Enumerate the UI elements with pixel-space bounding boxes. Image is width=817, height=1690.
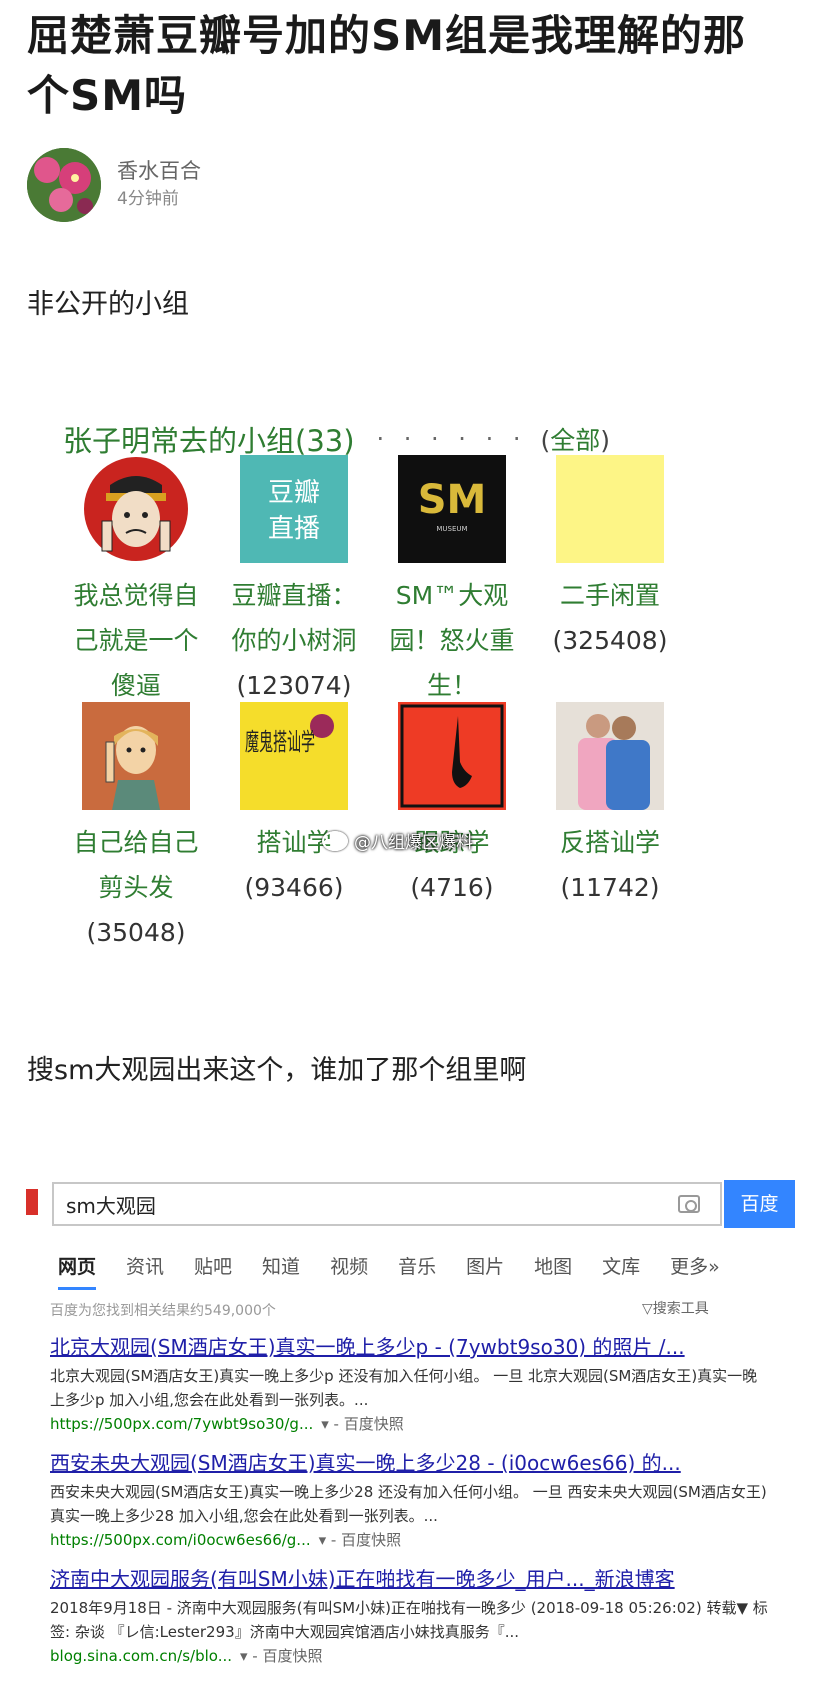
group-thumb[interactable] xyxy=(82,455,190,563)
author-name[interactable]: 香水百合 xyxy=(117,157,201,185)
cache-link[interactable]: ▾ - 百度快照 xyxy=(321,1415,403,1433)
groups-header: 张子明常去的小组(33) · · · · · · (全部) xyxy=(63,418,610,460)
douban-thumb-line1: 豆瓣 xyxy=(268,478,320,508)
filter-icon: ▽ xyxy=(642,1301,653,1317)
group-item[interactable]: 魔鬼搭讪学 搭讪学 (93466) xyxy=(214,702,374,910)
result-count: 百度为您找到相关结果约549,000个 xyxy=(50,1303,276,1319)
group-name[interactable]: 二手闲置 xyxy=(530,573,690,618)
post-paragraph: 非公开的小组 xyxy=(27,289,189,320)
result-title-link[interactable]: 西安未央大观园(SM酒店女王)真实一晚上多少28 - (i0ocw6es66) … xyxy=(50,1448,770,1478)
result-title-link[interactable]: 济南中大观园服务(有叫SM小妹)正在啪找有一晚多少_用户..._新浪博客 xyxy=(50,1564,770,1594)
result-url[interactable]: https://500px.com/7ywbt9so30/g... ▾ - 百度快… xyxy=(50,1412,770,1436)
author-block[interactable]: 香水百合 4分钟前 xyxy=(27,148,201,222)
result-snippet: 北京大观园(SM酒店女王)真实一晚上多少p 还没有加入任何小组。 一旦 北京大观… xyxy=(50,1367,758,1409)
sm-thumb-logo: SM xyxy=(418,477,487,523)
tab-web[interactable]: 网页 xyxy=(58,1247,97,1290)
tab-video[interactable]: 视频 xyxy=(330,1247,368,1290)
search-tools-button[interactable]: ▽搜索工具 xyxy=(642,1298,709,1318)
watermark-text: @八组爆区爆料 xyxy=(354,833,473,853)
group-count: (93466) xyxy=(244,873,344,902)
search-input[interactable] xyxy=(66,1192,626,1216)
group-name[interactable]: 自己给自己 剪头发 xyxy=(56,820,216,910)
group-name[interactable]: SM™大观 园！怒火重 生！ xyxy=(372,573,532,708)
search-result: 北京大观园(SM酒店女王)真实一晚上多少p - (7ywbt9so30) 的照片… xyxy=(50,1332,770,1436)
tab-news[interactable]: 资讯 xyxy=(126,1247,164,1290)
all-groups-link[interactable]: 全部 xyxy=(550,426,600,455)
baidu-logo-icon xyxy=(26,1189,38,1215)
group-name[interactable]: 反搭讪学 xyxy=(530,820,690,865)
group-thumb[interactable] xyxy=(82,702,190,810)
result-url[interactable]: https://500px.com/i0ocw6es66/g... ▾ - 百度快… xyxy=(50,1528,770,1552)
result-url[interactable]: blog.sina.com.cn/s/blo... ▾ - 百度快照 xyxy=(50,1644,770,1668)
groups-all-link-wrapper: (全部) xyxy=(540,421,610,457)
group-item[interactable]: 二手闲置 (325408) xyxy=(530,455,690,663)
search-result: 西安未央大观园(SM酒店女王)真实一晚上多少28 - (i0ocw6es66) … xyxy=(50,1448,770,1552)
groups-dots: · · · · · · xyxy=(376,425,527,453)
post-title: 屈楚萧豆瓣号加的SM组是我理解的那个SM吗 xyxy=(27,11,747,120)
group-thumb[interactable]: SM MUSEUM xyxy=(398,455,506,563)
group-item[interactable]: 跟踪学 (4716) xyxy=(372,702,532,910)
group-count: (35048) xyxy=(86,918,186,947)
group-thumb[interactable] xyxy=(556,702,664,810)
tab-music[interactable]: 音乐 xyxy=(398,1247,436,1290)
douban-thumb-line2: 直播 xyxy=(268,514,320,544)
cache-link[interactable]: ▾ - 百度快照 xyxy=(240,1647,322,1665)
post-time: 4分钟前 xyxy=(117,189,179,209)
search-screenshot: 百度 网页 资讯 贴吧 知道 视频 音乐 图片 地图 文库 更多» 百度为您找到… xyxy=(22,1172,795,1682)
group-item[interactable]: 豆瓣 直播 豆瓣直播： 你的小树洞 (123074) xyxy=(214,455,374,708)
paren-open: ( xyxy=(540,426,551,455)
camera-icon[interactable] xyxy=(678,1195,700,1213)
result-url-text[interactable]: https://500px.com/i0ocw6es66/g... xyxy=(50,1531,311,1549)
tab-images[interactable]: 图片 xyxy=(466,1247,504,1290)
search-button[interactable]: 百度 xyxy=(724,1180,795,1228)
group-thumb[interactable]: 豆瓣 直播 xyxy=(240,455,348,563)
group-item[interactable]: 自己给自己 剪头发 (35048) xyxy=(56,702,216,955)
group-name[interactable]: 我总觉得自 己就是一个 傻逼 xyxy=(56,573,216,708)
tab-zhidao[interactable]: 知道 xyxy=(262,1247,300,1290)
tab-maps[interactable]: 地图 xyxy=(534,1247,572,1290)
group-thumb[interactable] xyxy=(398,702,506,810)
weibo-icon xyxy=(322,830,348,851)
search-tools-label: 搜索工具 xyxy=(652,1301,709,1317)
cache-link[interactable]: ▾ - 百度快照 xyxy=(319,1531,401,1549)
group-item[interactable]: 反搭讪学 (11742) xyxy=(530,702,690,910)
group-name[interactable]: 豆瓣直播： 你的小树洞 xyxy=(214,573,374,663)
tab-tieba[interactable]: 贴吧 xyxy=(194,1247,232,1290)
group-thumb[interactable]: 魔鬼搭讪学 xyxy=(240,702,348,810)
groups-title[interactable]: 张子明常去的小组(33) xyxy=(63,418,355,460)
group-count: (325408) xyxy=(552,626,668,655)
result-url-text[interactable]: https://500px.com/7ywbt9so30/g... xyxy=(50,1415,313,1433)
search-box[interactable] xyxy=(52,1182,722,1226)
tab-more[interactable]: 更多» xyxy=(670,1247,720,1290)
search-result: 济南中大观园服务(有叫SM小妹)正在啪找有一晚多少_用户..._新浪博客 201… xyxy=(50,1564,770,1668)
sm-thumb-sub: MUSEUM xyxy=(436,525,467,533)
tab-wenku[interactable]: 文库 xyxy=(602,1247,640,1290)
watermark: @八组爆区爆料 xyxy=(322,828,473,853)
result-url-text[interactable]: blog.sina.com.cn/s/blo... xyxy=(50,1647,232,1665)
post-paragraph: 搜sm大观园出来这个，谁加了那个组里啊 xyxy=(27,1055,527,1086)
group-count: (11742) xyxy=(560,873,660,902)
avatar[interactable] xyxy=(27,148,101,222)
result-snippet: 西安未央大观园(SM酒店女王)真实一晚上多少28 还没有加入任何小组。 一旦 西… xyxy=(50,1483,767,1525)
result-snippet: 2018年9月18日 - 济南中大观园服务(有叫SM小妹)正在啪找有一晚多少 (… xyxy=(50,1599,768,1641)
group-item[interactable]: 我总觉得自 己就是一个 傻逼 xyxy=(56,455,216,708)
search-tabs: 网页 资讯 贴吧 知道 视频 音乐 图片 地图 文库 更多» xyxy=(58,1247,750,1290)
paren-close: ) xyxy=(600,426,610,455)
group-thumb[interactable] xyxy=(556,455,664,563)
result-title-link[interactable]: 北京大观园(SM酒店女王)真实一晚上多少p - (7ywbt9so30) 的照片… xyxy=(50,1332,770,1362)
dashan-thumb-text: 魔鬼搭讪学 xyxy=(245,728,315,756)
group-count: (4716) xyxy=(410,873,494,902)
